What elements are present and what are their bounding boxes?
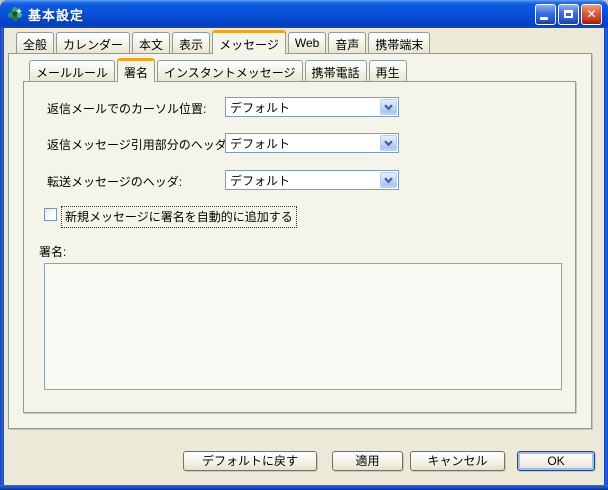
tab-mail-rules[interactable]: メールルール [29, 60, 116, 81]
window-border-bottom [0, 485, 608, 490]
auto-signature-checkbox[interactable] [44, 208, 57, 221]
titlebar[interactable]: 基本設定 ✕ [0, 0, 608, 28]
tab-audio[interactable]: 音声 [328, 32, 367, 53]
chevron-down-icon[interactable] [380, 135, 397, 151]
signature-textarea[interactable] [44, 263, 562, 390]
app-flower-icon [8, 7, 22, 21]
primary-tab-strip: 全般 カレンダー 本文 表示 メッセージ Web 音声 携帯端末 [16, 30, 431, 54]
dialog-client-area: 全般 カレンダー 本文 表示 メッセージ Web 音声 携帯端末 メールルール … [4, 28, 604, 485]
restore-defaults-button[interactable]: デフォルトに戻す [183, 451, 317, 471]
reply-quote-header-select[interactable]: デフォルト [225, 133, 399, 153]
reply-cursor-value: デフォルト [230, 100, 291, 115]
reply-quote-header-value: デフォルト [230, 136, 291, 151]
tab-mobile-device[interactable]: 携帯端末 [368, 32, 431, 53]
forward-header-value: デフォルト [230, 173, 291, 188]
tab-mobile-phone[interactable]: 携帯電話 [304, 60, 367, 81]
tab-signature[interactable]: 署名 [117, 58, 156, 82]
apply-button[interactable]: 適用 [332, 451, 403, 471]
reply-cursor-label: 返信メールでのカーソル位置: [47, 102, 207, 116]
tab-playback[interactable]: 再生 [368, 60, 407, 81]
window-border-right [604, 28, 608, 490]
preferences-dialog: 基本設定 ✕ 全般 カレンダー 本文 表示 メッセージ Web 音声 携帯端末 … [0, 0, 608, 490]
tab-general[interactable]: 全般 [16, 32, 55, 53]
reply-quote-header-label: 返信メッセージ引用部分のヘッダ: [47, 138, 231, 152]
secondary-tab-strip: メールルール 署名 インスタントメッセージ 携帯電話 再生 [29, 58, 407, 82]
minimize-icon [540, 16, 548, 20]
tab-calendar[interactable]: カレンダー [56, 32, 131, 53]
auto-signature-label[interactable]: 新規メッセージに署名を自動的に追加する [61, 206, 297, 228]
tab-body[interactable]: 本文 [132, 32, 171, 53]
ok-button[interactable]: OK [517, 451, 595, 471]
auto-signature-row: 新規メッセージに署名を自動的に追加する [44, 206, 297, 228]
message-tab-page: メールルール 署名 インスタントメッセージ 携帯電話 再生 返信メールでのカーソ… [8, 53, 592, 429]
tab-web[interactable]: Web [287, 32, 327, 53]
close-icon: ✕ [586, 7, 597, 21]
window-title: 基本設定 [28, 7, 85, 23]
signature-tab-page: 返信メールでのカーソル位置: デフォルト 返信メッセージ引用部分のヘッダ: デフ… [23, 81, 576, 413]
signature-label: 署名: [39, 245, 67, 259]
tab-instant-message[interactable]: インスタントメッセージ [157, 60, 303, 81]
chevron-down-icon[interactable] [380, 99, 397, 115]
forward-header-select[interactable]: デフォルト [225, 170, 399, 190]
minimize-button[interactable] [535, 3, 556, 25]
tab-display[interactable]: 表示 [172, 32, 211, 53]
forward-header-label: 転送メッセージのヘッダ: [47, 175, 183, 189]
reply-cursor-select[interactable]: デフォルト [225, 97, 399, 117]
chevron-down-icon[interactable] [380, 172, 397, 188]
maximize-button[interactable] [558, 3, 579, 25]
tab-message[interactable]: メッセージ [212, 30, 286, 54]
close-button[interactable]: ✕ [581, 3, 602, 25]
maximize-icon [564, 10, 573, 18]
cancel-button[interactable]: キャンセル [410, 451, 505, 471]
